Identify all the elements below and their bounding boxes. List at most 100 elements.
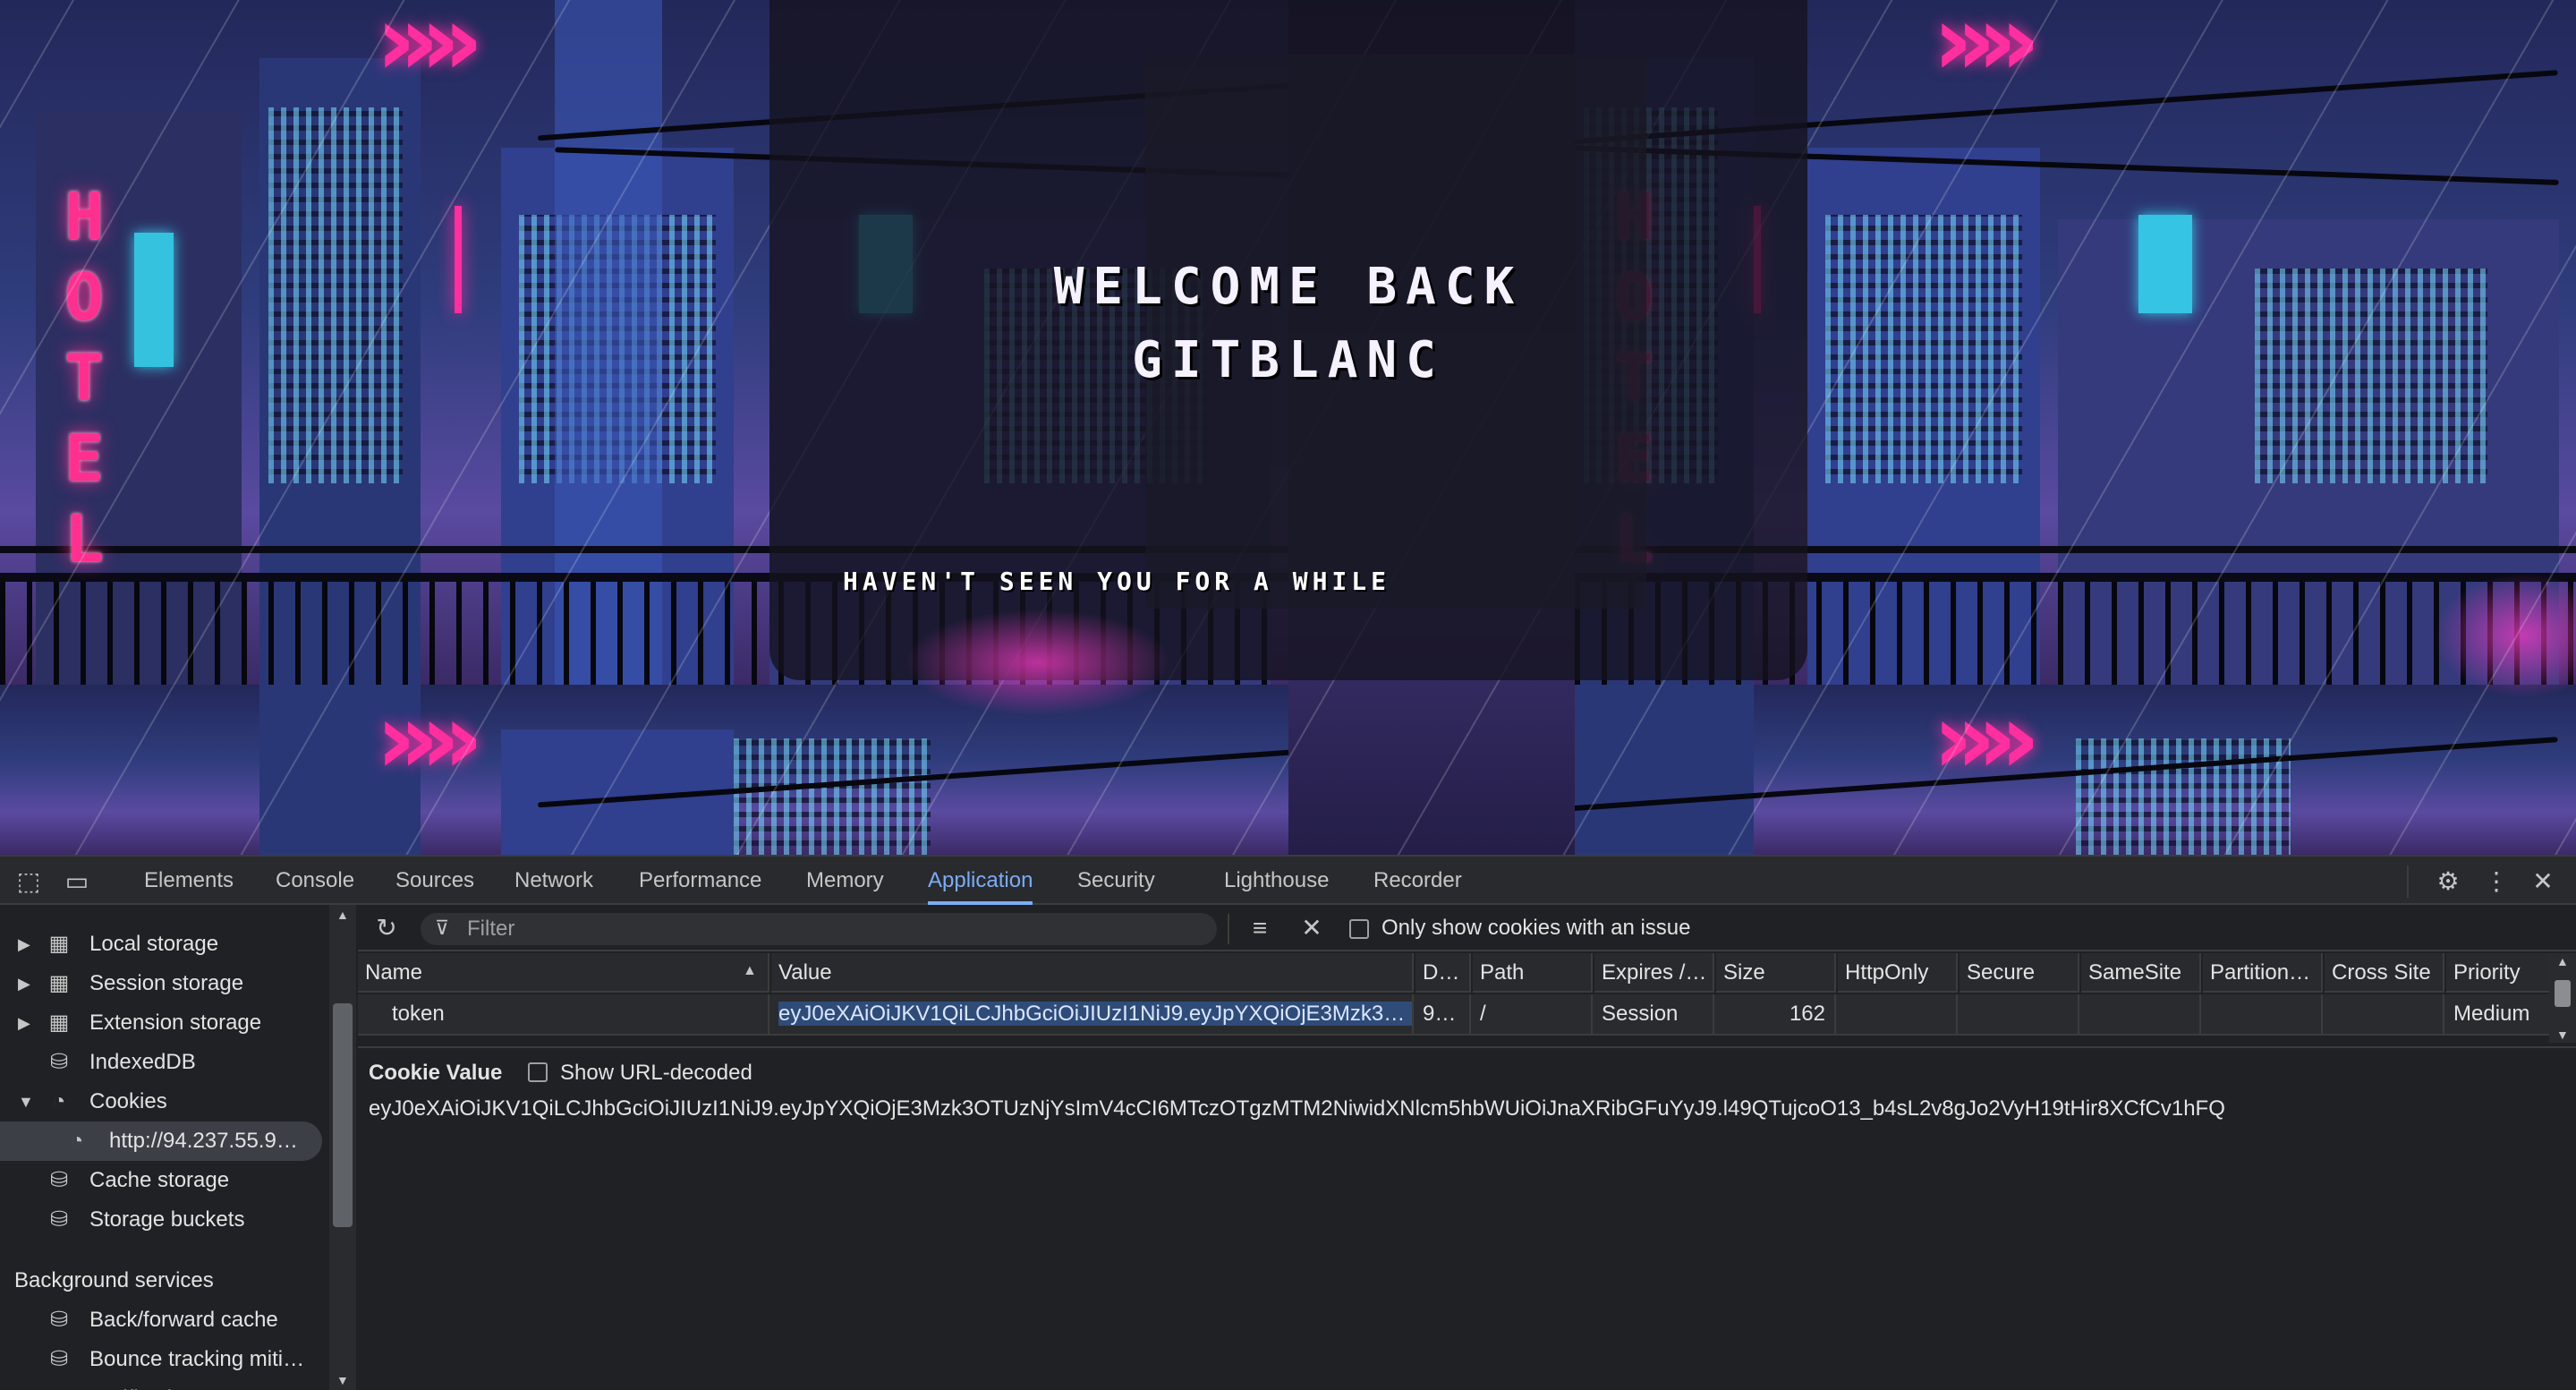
sidebar-scrollbar[interactable]: ▲ ▼	[329, 905, 356, 1390]
cookie-icon: ◔	[70, 1129, 84, 1153]
table-icon: ▦	[48, 1011, 70, 1035]
database-icon: ⛁	[49, 1207, 69, 1232]
cell-value: eyJ0eXAiOiJKV1QiLCJhbGciOiJIUzI1NiJ9.eyJ…	[771, 994, 1414, 1034]
chevron-sign-icon: » »	[376, 0, 484, 98]
only-issue-label: Only show cookies with an issue	[1382, 916, 1691, 940]
more-options-icon[interactable]: ⋮	[2480, 866, 2512, 898]
table-row[interactable]: token eyJ0eXAiOiJKV1QiLCJhbGciOiJIUzI1Ni…	[358, 994, 2566, 1036]
tab-security[interactable]: Security	[1077, 857, 1155, 905]
database-icon: ⛁	[49, 1347, 69, 1371]
cookie-value-pane: Cookie Value Show URL-decoded eyJ0eXAiOi…	[358, 1046, 2576, 1390]
settings-gear-icon[interactable]: ⚙	[2432, 866, 2464, 898]
database-icon: ⛁	[49, 1308, 69, 1332]
show-url-decoded-checkbox[interactable]	[528, 1062, 548, 1082]
cell-expires: Session	[1594, 994, 1714, 1034]
sidebar-item-indexeddb[interactable]: ⛁ IndexedDB	[0, 1043, 340, 1082]
scroll-down-icon[interactable]: ▼	[2556, 1028, 2569, 1041]
expand-arrow-icon[interactable]: ▶	[18, 964, 30, 1003]
only-issue-checkbox[interactable]	[1349, 919, 1369, 939]
sidebar-item-cookies[interactable]: ▼ ◔ Cookies	[0, 1082, 340, 1121]
city-tile-bottom-right	[1575, 685, 2576, 855]
table-icon: ▦	[48, 971, 70, 995]
table-icon: ▦	[48, 932, 70, 956]
column-header-expires[interactable]: Expires /…	[1594, 953, 1714, 993]
hotel-sign: HOTEL	[47, 179, 122, 582]
cell-domain: 9…	[1416, 994, 1471, 1034]
cell-secure	[1960, 994, 2079, 1034]
chevron-sign-right-icon: » »	[1933, 0, 2041, 98]
expand-arrow-icon[interactable]: ▶	[18, 1003, 30, 1043]
cell-name: token	[358, 994, 769, 1034]
tab-memory[interactable]: Memory	[806, 857, 884, 905]
sidebar-item-storage-buckets[interactable]: ⛁ Storage buckets	[0, 1200, 340, 1240]
filter-icon: ⊽	[435, 917, 450, 939]
cell-httponly	[1838, 994, 1958, 1034]
sidebar-item-extension-storage[interactable]: ▶ ▦ Extension storage	[0, 1003, 340, 1043]
filter-input[interactable]	[467, 913, 1183, 945]
cell-samesite	[2081, 994, 2201, 1034]
column-header-partition[interactable]: Partition…	[2203, 953, 2323, 993]
cookie-icon: ◔	[52, 1089, 66, 1113]
scroll-up-icon[interactable]: ▲	[2556, 955, 2569, 968]
tab-recorder[interactable]: Recorder	[1373, 857, 1462, 905]
welcome-subtitle: HAVEN'T SEEN YOU FOR A WHILE	[843, 567, 1391, 596]
cookies-table: Name ▲ Value D… Path Expires /… Size Htt…	[358, 953, 2566, 1045]
cell-partition	[2203, 994, 2323, 1034]
column-header-domain[interactable]: D…	[1416, 953, 1471, 993]
column-header-priority[interactable]: Priority	[2446, 953, 2566, 993]
cell-priority: Medium	[2446, 994, 2566, 1034]
sidebar-item-notifications[interactable]: ♫ Notifications	[0, 1379, 340, 1390]
tab-lighthouse[interactable]: Lighthouse	[1224, 857, 1329, 905]
device-toolbar-icon[interactable]: ▭	[61, 866, 93, 898]
database-icon: ⛁	[49, 1050, 69, 1074]
bell-icon: ♫	[47, 1386, 72, 1390]
delete-cookie-icon[interactable]: ✕	[1296, 912, 1328, 944]
inspect-element-icon[interactable]: ⬚	[13, 866, 45, 898]
close-devtools-icon[interactable]: ✕	[2527, 866, 2559, 898]
devtools-toolbar: ⬚ ▭ Elements Console Sources Network Per…	[0, 855, 2576, 905]
column-header-path[interactable]: Path	[1473, 953, 1593, 993]
expand-arrow-icon[interactable]: ▶	[18, 925, 30, 964]
column-header-cross-site[interactable]: Cross Site	[2325, 953, 2444, 993]
sidebar-item-cookie-origin[interactable]: ◔ http://94.237.55.9…	[0, 1121, 322, 1161]
sidebar-item-back-forward-cache[interactable]: ⛁ Back/forward cache	[0, 1300, 340, 1340]
clear-filtered-cookies-icon[interactable]: ≡	[1244, 912, 1276, 944]
sidebar-heading-background-services: Background services	[14, 1268, 214, 1292]
column-header-samesite[interactable]: SameSite	[2081, 953, 2201, 993]
application-sidebar: ▶ ▦ Local storage ▶ ▦ Session storage ▶ …	[0, 905, 356, 1390]
cell-cross-site	[2325, 994, 2444, 1034]
tab-network[interactable]: Network	[514, 857, 593, 905]
welcome-title: WELCOME BACK GITBLANC	[1053, 258, 1524, 389]
cookies-panel: ↻ ⊽ ≡ ✕ Only show cookies with an issue …	[358, 905, 2576, 1390]
column-header-name[interactable]: Name	[358, 953, 769, 993]
sidebar-item-local-storage[interactable]: ▶ ▦ Local storage	[0, 925, 340, 964]
tab-application[interactable]: Application	[928, 857, 1033, 905]
sidebar-item-session-storage[interactable]: ▶ ▦ Session storage	[0, 964, 340, 1003]
cookie-value-label: Cookie Value	[369, 1061, 503, 1085]
refresh-icon[interactable]: ↻	[370, 912, 403, 944]
scroll-down-icon[interactable]: ▼	[336, 1374, 349, 1386]
cookie-value-text[interactable]: eyJ0eXAiOiJKV1QiLCJhbGciOiJIUzI1NiJ9.eyJ…	[369, 1098, 2552, 1120]
database-icon: ⛁	[49, 1168, 69, 1192]
page-background-scene: HOTEL » » HOTEL » » » » » »	[0, 0, 2576, 855]
column-header-httponly[interactable]: HttpOnly	[1838, 953, 1958, 993]
chevron-sign-bottom-icon: » »	[376, 681, 484, 796]
cell-path: /	[1473, 994, 1593, 1034]
scroll-up-icon[interactable]: ▲	[336, 908, 349, 921]
column-header-value[interactable]: Value	[771, 953, 1414, 993]
sidebar-item-cache-storage[interactable]: ⛁ Cache storage	[0, 1161, 340, 1200]
tab-elements[interactable]: Elements	[144, 857, 234, 905]
table-scrollbar[interactable]: ▲ ▼	[2549, 953, 2576, 1043]
chevron-sign-bottom-right-icon: » »	[1933, 681, 2041, 796]
cell-size: 162	[1716, 994, 1836, 1034]
filter-box[interactable]: ⊽	[421, 913, 1217, 945]
collapse-arrow-icon[interactable]: ▼	[18, 1082, 34, 1121]
tab-sources[interactable]: Sources	[395, 857, 474, 905]
tab-console[interactable]: Console	[276, 857, 354, 905]
column-header-size[interactable]: Size	[1716, 953, 1836, 993]
column-header-secure[interactable]: Secure	[1960, 953, 2079, 993]
sort-ascending-icon: ▲	[743, 963, 757, 978]
tab-performance[interactable]: Performance	[639, 857, 761, 905]
sidebar-item-bounce-tracking[interactable]: ⛁ Bounce tracking miti…	[0, 1340, 340, 1379]
show-url-decoded-label: Show URL-decoded	[560, 1061, 752, 1085]
